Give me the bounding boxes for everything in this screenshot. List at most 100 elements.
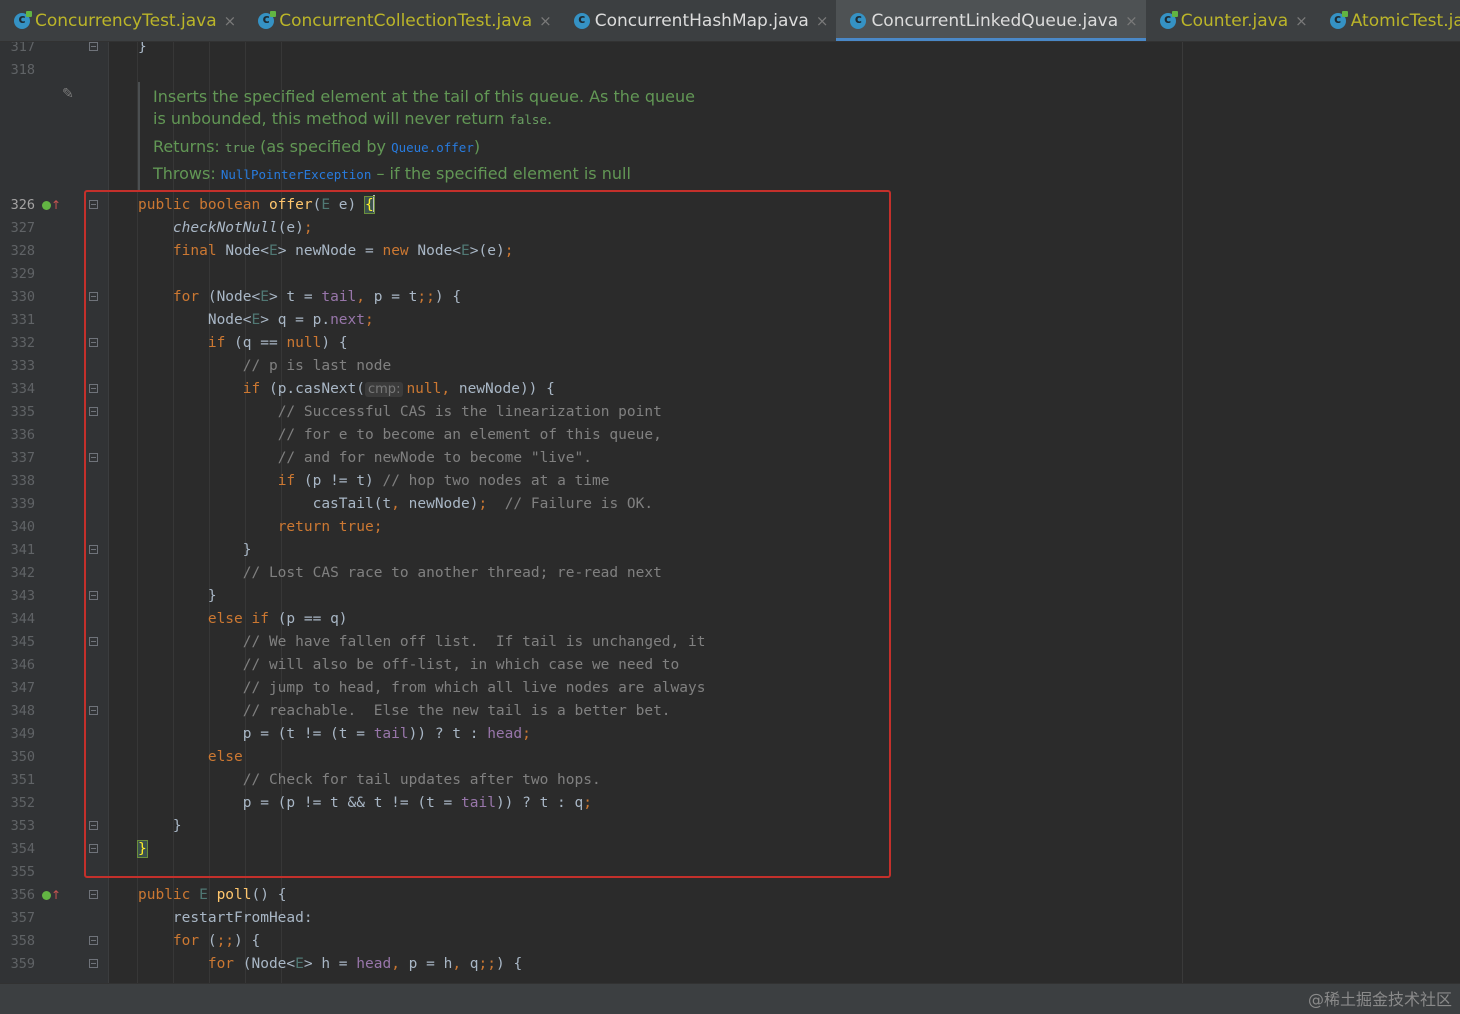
- line-number[interactable]: 329: [0, 263, 35, 286]
- fold-toggle-icon[interactable]: [89, 292, 98, 301]
- code-line[interactable]: 347 // jump to head, from which all live…: [0, 677, 1182, 700]
- code-line[interactable]: 337 // and for newNode to become "live".: [0, 447, 1182, 470]
- null-pointer-exception-link[interactable]: NullPointerException: [221, 167, 372, 182]
- fold-toggle-icon[interactable]: [89, 637, 98, 646]
- code-line[interactable]: 336 // for e to become an element of thi…: [0, 424, 1182, 447]
- line-number[interactable]: 347: [0, 677, 35, 700]
- line-number[interactable]: 344: [0, 608, 35, 631]
- line-number[interactable]: 338: [0, 470, 35, 493]
- fold-toggle-icon[interactable]: [89, 453, 98, 462]
- tab-counter[interactable]: c Counter.java ×: [1146, 0, 1316, 41]
- line-number[interactable]: 356: [0, 884, 35, 907]
- fold-toggle-icon[interactable]: [89, 42, 98, 51]
- implements-method-icon[interactable]: ↑: [42, 888, 61, 902]
- line-number[interactable]: 333: [0, 355, 35, 378]
- code-line[interactable]: 355: [0, 861, 1182, 884]
- line-number[interactable]: 355: [0, 861, 35, 884]
- code-line[interactable]: 331 Node<E> q = p.next;: [0, 309, 1182, 332]
- code-line[interactable]: 359 for (Node<E> h = head, p = h, q;;) {: [0, 953, 1182, 976]
- tab-atomictest[interactable]: cAtomicTest.java×: [1316, 0, 1460, 41]
- implements-method-icon[interactable]: ↑: [42, 198, 61, 212]
- code-line[interactable]: 353 }: [0, 815, 1182, 838]
- fold-toggle-icon[interactable]: [89, 959, 98, 968]
- queue-offer-link[interactable]: Queue.offer: [391, 140, 474, 155]
- line-number[interactable]: 330: [0, 286, 35, 309]
- line-number[interactable]: 317: [0, 42, 35, 59]
- fold-toggle-icon[interactable]: [89, 407, 98, 416]
- line-number[interactable]: 352: [0, 792, 35, 815]
- tab-concurrentlinkedqueue[interactable]: c ConcurrentLinkedQueue.java ×: [836, 0, 1147, 41]
- line-number[interactable]: 359: [0, 953, 35, 976]
- line-number[interactable]: 340: [0, 516, 35, 539]
- code-line[interactable]: 350 else: [0, 746, 1182, 769]
- line-number[interactable]: 351: [0, 769, 35, 792]
- code-line[interactable]: 348 // reachable. Else the new tail is a…: [0, 700, 1182, 723]
- code-line[interactable]: 329: [0, 263, 1182, 286]
- code-line[interactable]: 343 }: [0, 585, 1182, 608]
- line-number[interactable]: 335: [0, 401, 35, 424]
- line-number[interactable]: 357: [0, 907, 35, 930]
- code-line[interactable]: 333 // p is last node: [0, 355, 1182, 378]
- code-line[interactable]: 326 ↑ public boolean offer(E e) {: [0, 194, 1182, 217]
- tab-concurrencytest[interactable]: c ConcurrencyTest.java ×: [0, 0, 244, 41]
- code-line[interactable]: 358 for (;;) {: [0, 930, 1182, 953]
- code-line[interactable]: 317}: [0, 42, 1182, 59]
- tab-concurrentcollectiontest[interactable]: c ConcurrentCollectionTest.java ×: [244, 0, 560, 41]
- line-number[interactable]: 349: [0, 723, 35, 746]
- line-number[interactable]: 353: [0, 815, 35, 838]
- line-number[interactable]: 346: [0, 654, 35, 677]
- close-tab-icon[interactable]: ×: [539, 12, 552, 30]
- line-number[interactable]: 350: [0, 746, 35, 769]
- code-line[interactable]: 334 if (p.casNext(cmp: null, newNode)) {: [0, 378, 1182, 401]
- line-number[interactable]: 327: [0, 217, 35, 240]
- code-line[interactable]: 345 // We have fallen off list. If tail …: [0, 631, 1182, 654]
- code-line[interactable]: 351 // Check for tail updates after two …: [0, 769, 1182, 792]
- line-number[interactable]: 345: [0, 631, 35, 654]
- code-line[interactable]: 338 if (p != t) // hop two nodes at a ti…: [0, 470, 1182, 493]
- fold-toggle-icon[interactable]: [89, 706, 98, 715]
- code-line[interactable]: 357 restartFromHead:: [0, 907, 1182, 930]
- code-line[interactable]: 356 ↑ public E poll() {: [0, 884, 1182, 907]
- fold-toggle-icon[interactable]: [89, 591, 98, 600]
- line-number[interactable]: 354: [0, 838, 35, 861]
- code-line[interactable]: 339 casTail(t, newNode); // Failure is O…: [0, 493, 1182, 516]
- code-line[interactable]: 349 p = (t != (t = tail)) ? t : head;: [0, 723, 1182, 746]
- line-number[interactable]: 331: [0, 309, 35, 332]
- line-number[interactable]: 328: [0, 240, 35, 263]
- line-number[interactable]: 334: [0, 378, 35, 401]
- line-number[interactable]: 358: [0, 930, 35, 953]
- code-line[interactable]: 342 // Lost CAS race to another thread; …: [0, 562, 1182, 585]
- close-tab-icon[interactable]: ×: [816, 12, 829, 30]
- tab-concurrenthashmap[interactable]: c ConcurrentHashMap.java ×: [560, 0, 837, 41]
- line-number[interactable]: 337: [0, 447, 35, 470]
- fold-toggle-icon[interactable]: [89, 844, 98, 853]
- code-line[interactable]: 327 checkNotNull(e);: [0, 217, 1182, 240]
- fold-toggle-icon[interactable]: [89, 384, 98, 393]
- fold-toggle-icon[interactable]: [89, 936, 98, 945]
- code-line[interactable]: 354}: [0, 838, 1182, 861]
- code-line[interactable]: 330 for (Node<E> t = tail, p = t;;) {: [0, 286, 1182, 309]
- fold-toggle-icon[interactable]: [89, 338, 98, 347]
- close-tab-icon[interactable]: ×: [1295, 12, 1308, 30]
- fold-toggle-icon[interactable]: [89, 545, 98, 554]
- line-number[interactable]: 332: [0, 332, 35, 355]
- close-tab-icon[interactable]: ×: [1125, 12, 1138, 30]
- line-number[interactable]: 326: [0, 194, 35, 217]
- line-number[interactable]: 342: [0, 562, 35, 585]
- line-number[interactable]: 318: [0, 59, 35, 82]
- line-number[interactable]: 336: [0, 424, 35, 447]
- code-line[interactable]: 328 final Node<E> newNode = new Node<E>(…: [0, 240, 1182, 263]
- fold-toggle-icon[interactable]: [89, 200, 98, 209]
- code-line[interactable]: 341 }: [0, 539, 1182, 562]
- edit-javadoc-pencil-icon[interactable]: ✎: [62, 86, 74, 102]
- code-line[interactable]: 344 else if (p == q): [0, 608, 1182, 631]
- code-line[interactable]: 340 return true;: [0, 516, 1182, 539]
- fold-toggle-icon[interactable]: [89, 890, 98, 899]
- code-line[interactable]: 318: [0, 59, 1182, 82]
- line-number[interactable]: 341: [0, 539, 35, 562]
- code-line[interactable]: 346 // will also be off-list, in which c…: [0, 654, 1182, 677]
- fold-toggle-icon[interactable]: [89, 821, 98, 830]
- close-tab-icon[interactable]: ×: [224, 12, 237, 30]
- line-number[interactable]: 339: [0, 493, 35, 516]
- line-number[interactable]: 348: [0, 700, 35, 723]
